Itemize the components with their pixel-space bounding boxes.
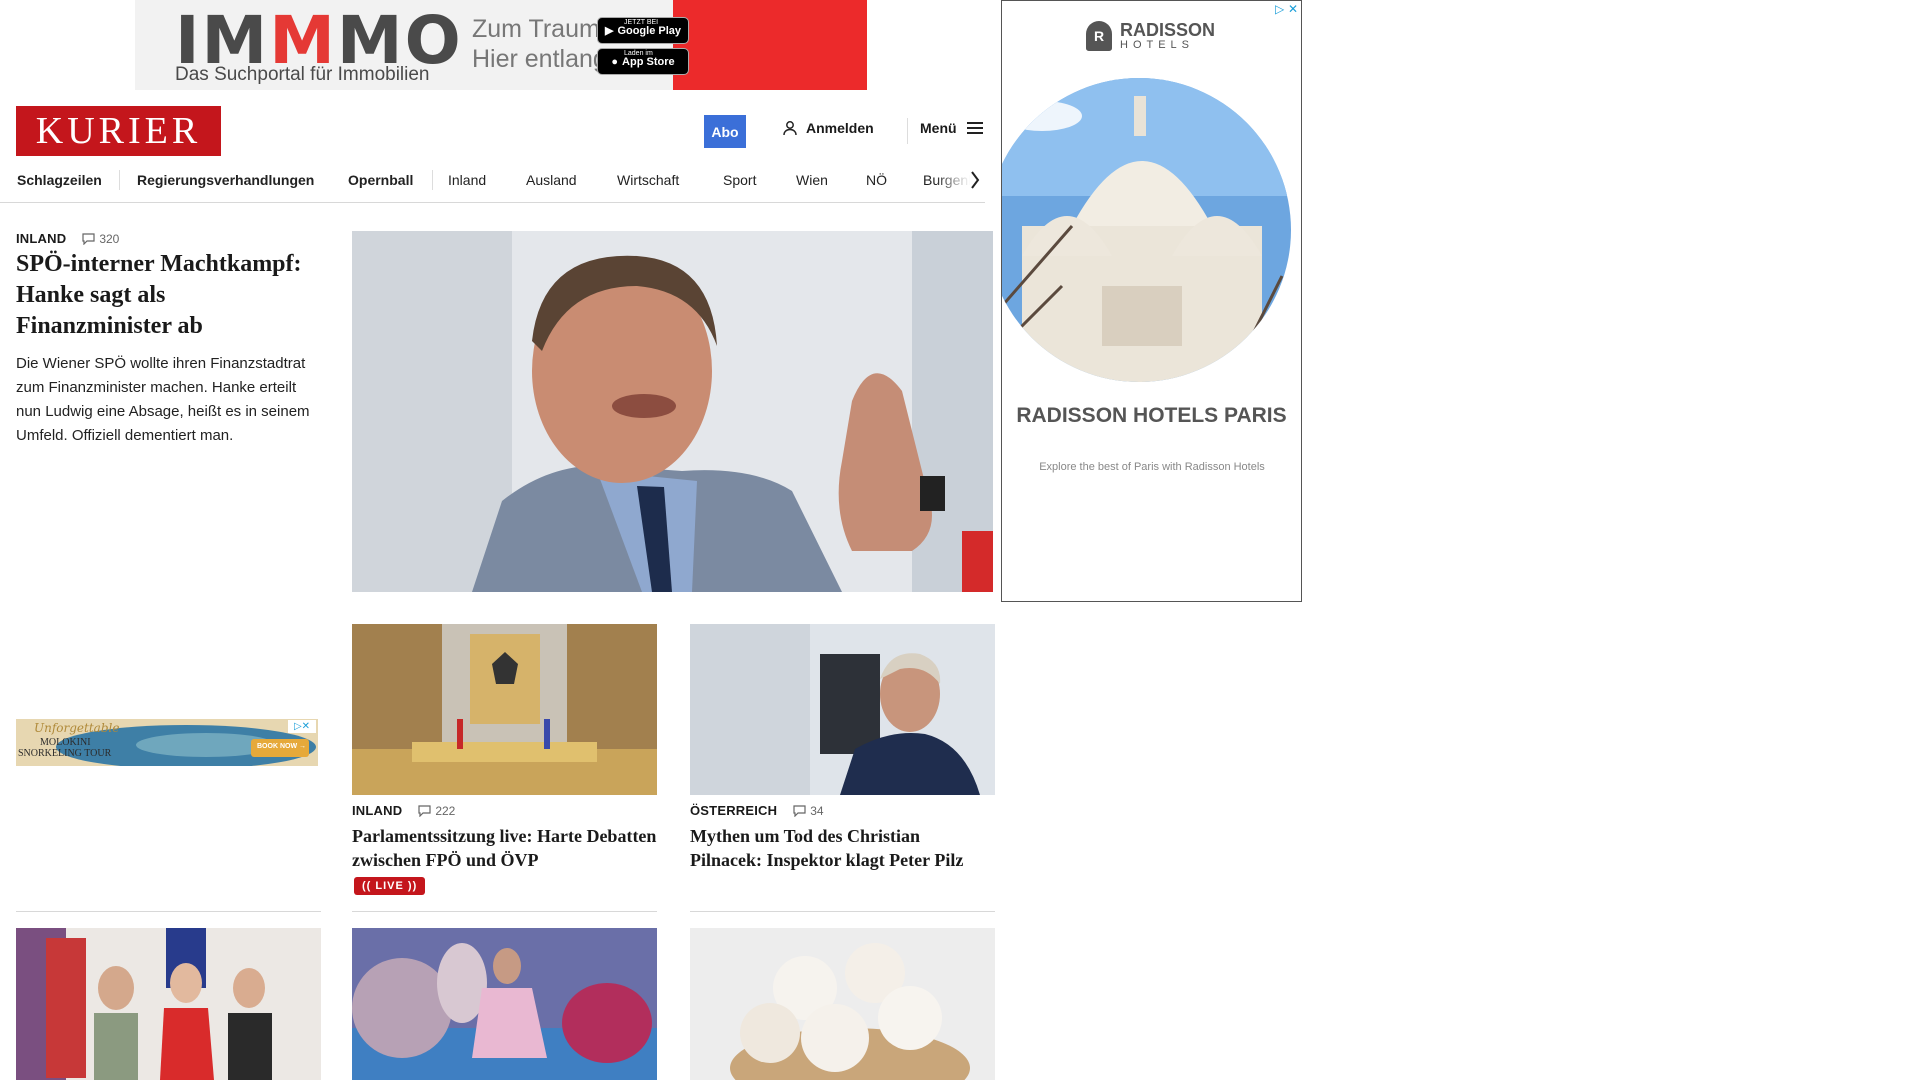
- ad-line2: SNORKELING TOUR: [18, 748, 112, 759]
- app-store-badge[interactable]: Laden im ● App Store: [597, 48, 689, 75]
- lead-meta: INLAND 320: [16, 231, 119, 246]
- card1-kicker[interactable]: INLAND: [352, 803, 402, 818]
- ad-subline: Das Suchportal für Immobilien: [175, 64, 430, 85]
- login-label: Anmelden: [806, 120, 874, 136]
- row-divider: [352, 911, 657, 912]
- bottom-card1-image[interactable]: [16, 928, 321, 1080]
- radisson-logo: R RADISSON HOTELS: [1086, 21, 1215, 51]
- comment-icon: [418, 804, 431, 817]
- card1-image[interactable]: [352, 624, 657, 795]
- card1-comments[interactable]: 222: [418, 804, 455, 818]
- ad-cta[interactable]: BOOK NOW →: [257, 743, 306, 750]
- ad-script-text: Unforgettable: [34, 721, 120, 735]
- lead-teaser: Die Wiener SPÖ wollte ihren Finanzstadtr…: [16, 355, 310, 444]
- radisson-emblem-icon: R: [1086, 21, 1112, 51]
- user-icon: [783, 121, 797, 136]
- portrait-image: [690, 624, 995, 795]
- nav-item-schlagzeilen[interactable]: Schlagzeilen: [17, 172, 102, 188]
- lead-image[interactable]: [352, 231, 993, 592]
- card2-comments[interactable]: 34: [793, 804, 824, 818]
- card2-headline[interactable]: Mythen um Tod des Christian Pilnacek: In…: [690, 824, 995, 872]
- sacre-coeur-image: [1002, 78, 1291, 382]
- row-divider: [690, 911, 995, 912]
- header-divider: [907, 118, 908, 144]
- abo-button[interactable]: Abo: [704, 115, 746, 148]
- lead-comments[interactable]: 320: [82, 232, 119, 246]
- comment-icon: [82, 232, 95, 245]
- radisson-side-ad[interactable]: ▷ ✕ R RADISSON HOTELS RADISSON HOTELS PA…: [1001, 0, 1302, 602]
- menu-label: Menü: [920, 120, 957, 136]
- card2-meta: ÖSTERREICH 34: [690, 803, 824, 818]
- nav-scroll-right-icon[interactable]: [969, 168, 981, 192]
- lead-headline[interactable]: SPÖ-interner Machtkampf: Hanke sagt als …: [16, 249, 316, 342]
- nav-item-regierungsverhandlungen[interactable]: Regierungsverhandlungen: [137, 172, 314, 188]
- nav-item-wien[interactable]: Wien: [796, 172, 828, 188]
- top-banner-ad[interactable]: IMMMO Das Suchportal für Immobilien Zum …: [135, 0, 867, 90]
- comment-icon: [793, 804, 806, 817]
- nav-item-noe[interactable]: NÖ: [866, 172, 887, 188]
- parliament-image: [352, 624, 657, 795]
- card2-image[interactable]: [690, 624, 995, 795]
- nav-item-ausland[interactable]: Ausland: [526, 172, 577, 188]
- play-icon: ▶: [604, 25, 614, 37]
- snorkeling-tour-ad[interactable]: Unforgettable MOLOKINI SNORKELING TOUR B…: [16, 719, 318, 766]
- ad-title: RADISSON HOTELS PARIS: [1016, 404, 1287, 427]
- row-divider: [16, 911, 321, 912]
- live-signal-icon: ((: [362, 880, 372, 892]
- hamburger-icon: [966, 122, 983, 134]
- card1-meta: INLAND 222: [352, 803, 455, 818]
- ad-red-panel: [673, 0, 867, 90]
- kurier-logo[interactable]: KURIER: [16, 106, 221, 156]
- nav-item-opernball[interactable]: Opernball: [348, 172, 413, 188]
- nav-divider: [432, 170, 433, 190]
- nav-item-wirtschaft[interactable]: Wirtschaft: [617, 172, 679, 188]
- ad-choices-icon[interactable]: ▷ ✕: [1275, 2, 1298, 16]
- ad-choices-icon[interactable]: ▷✕: [288, 720, 316, 733]
- card2-kicker[interactable]: ÖSTERREICH: [690, 803, 777, 818]
- login-button[interactable]: Anmelden: [782, 120, 874, 136]
- google-play-badge[interactable]: JETZT BEI ▶ Google Play: [597, 17, 689, 44]
- nav-item-inland[interactable]: Inland: [448, 172, 486, 188]
- live-badge: (( LIVE )): [354, 876, 426, 895]
- bottom-card3-image[interactable]: [690, 928, 995, 1080]
- card1-headline[interactable]: Parlamentssitzung live: Harte Debatten z…: [352, 824, 657, 872]
- nav-item-sport[interactable]: Sport: [723, 172, 756, 188]
- people-photo: [16, 928, 321, 1080]
- lead-kicker[interactable]: INLAND: [16, 231, 66, 246]
- lead-image-illustration: [352, 231, 993, 592]
- menu-button[interactable]: Menü: [920, 120, 983, 136]
- ad-line1: MOLOKINI: [40, 737, 91, 748]
- stage-photo: [352, 928, 657, 1080]
- ad-description: Explore the best of Paris with Radisson …: [1039, 461, 1265, 473]
- krapfen-photo: [690, 928, 995, 1080]
- nav-divider: [119, 170, 120, 190]
- bottom-card2-image[interactable]: [352, 928, 657, 1080]
- section-nav: Schlagzeilen Regierungsverhandlungen Ope…: [0, 166, 985, 203]
- apple-icon: ●: [611, 55, 619, 68]
